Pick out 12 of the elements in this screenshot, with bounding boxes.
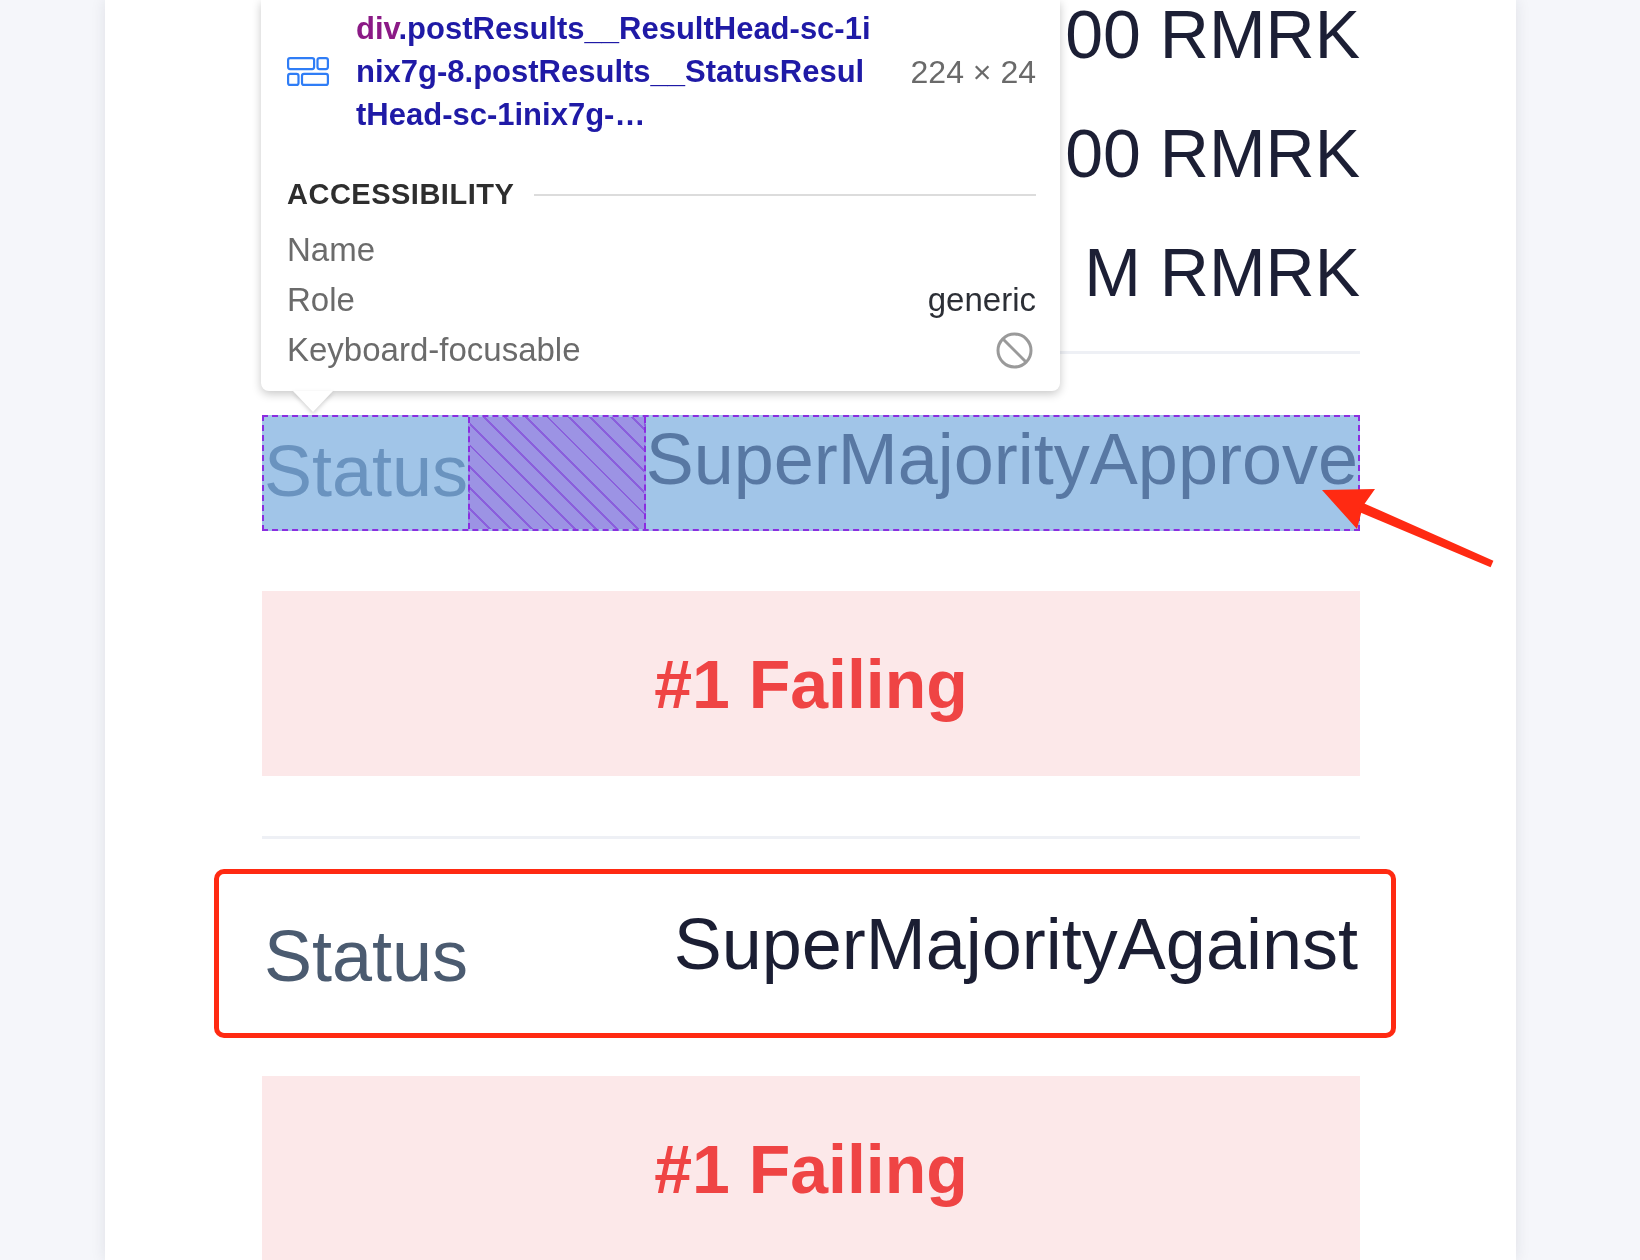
- property-label: Name: [287, 230, 376, 271]
- element-size: 224 × 24: [910, 52, 1036, 92]
- amount-text: 00 RMRK: [1065, 0, 1360, 68]
- grid-icon: [287, 57, 329, 86]
- property-label: Role: [287, 280, 355, 321]
- amount-text: 00 RMRK: [1065, 119, 1360, 187]
- property-value: generic: [927, 280, 1036, 321]
- section-heading: ACCESSIBILITY: [287, 177, 515, 212]
- property-label: Keyboard-focusable: [287, 330, 581, 371]
- amount-text: M RMRK: [1084, 238, 1360, 306]
- element-selector: div.postResults__ResultHead-sc-1inix7g-8.postResults__StatusResultHead-sc-1inix7g-…: [356, 10, 871, 134]
- status-label: Status: [264, 920, 469, 992]
